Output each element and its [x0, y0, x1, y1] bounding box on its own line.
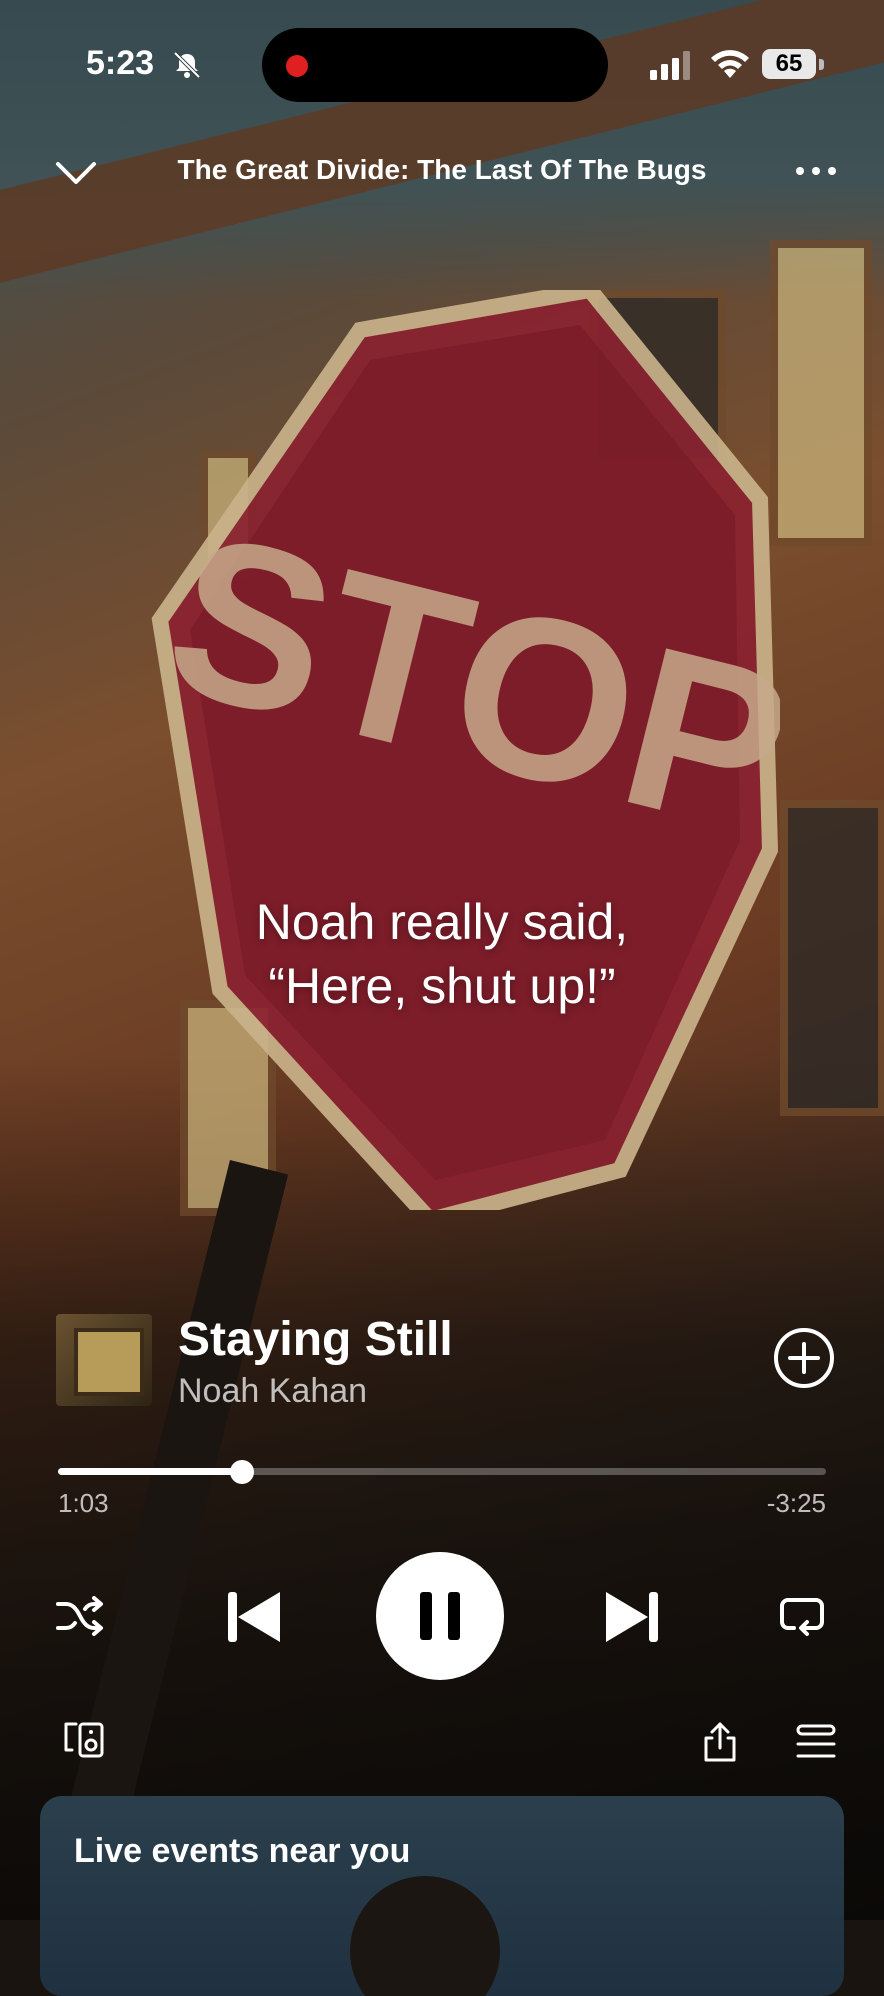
more-icon[interactable] [792, 156, 840, 186]
previous-icon[interactable] [224, 1590, 282, 1644]
pause-button[interactable] [376, 1552, 504, 1680]
queue-icon[interactable] [794, 1724, 838, 1760]
caption-line-2: “Here, shut up!” [268, 958, 616, 1014]
live-events-card[interactable]: Live events near you [40, 1796, 844, 1996]
building-window [770, 240, 872, 546]
player-header: The Great Divide: The Last Of The Bugs [0, 140, 884, 210]
bottom-actions [0, 1720, 884, 1770]
status-bar: 5:23 65 [0, 0, 884, 130]
devices-icon[interactable] [62, 1720, 106, 1760]
share-icon[interactable] [700, 1720, 740, 1764]
battery-nub [819, 59, 824, 70]
battery-level: 65 [762, 49, 816, 79]
dynamic-island [262, 28, 608, 102]
progress-fill [58, 1468, 243, 1475]
signal-icon [650, 51, 690, 80]
track-title[interactable]: Staying Still [178, 1312, 453, 1367]
remaining-time: -3:25 [766, 1488, 826, 1518]
stop-sign: STOP [140, 281, 812, 1229]
progress-bar[interactable] [58, 1460, 826, 1500]
elapsed-time: 1:03 [58, 1488, 109, 1518]
stop-sign-shape: STOP [146, 281, 812, 1229]
video-caption: Noah really said, “Here, shut up!” [0, 890, 884, 1018]
pause-icon [420, 1592, 460, 1640]
wifi-icon [711, 50, 749, 78]
shuffle-icon[interactable] [56, 1594, 104, 1638]
bell-off-icon [173, 51, 201, 79]
album-thumbnail[interactable] [56, 1314, 152, 1406]
battery-icon: 65 [762, 49, 824, 81]
chevron-down-icon[interactable] [52, 154, 100, 190]
live-events-title: Live events near you [74, 1832, 411, 1870]
recording-indicator [286, 55, 308, 77]
artist-photo [350, 1876, 500, 1996]
playlist-title: The Great Divide: The Last Of The Bugs [177, 154, 707, 185]
add-circle-icon[interactable] [772, 1326, 836, 1390]
next-icon[interactable] [604, 1590, 662, 1644]
caption-line-1: Noah really said, [255, 894, 629, 950]
track-artist[interactable]: Noah Kahan [178, 1372, 367, 1411]
status-time: 5:23 [86, 44, 155, 82]
playback-controls [0, 1550, 884, 1684]
track-info: Staying Still Noah Kahan [56, 1312, 836, 1411]
album-thumbnail-window [74, 1328, 144, 1396]
repeat-icon[interactable] [778, 1594, 828, 1638]
progress-thumb[interactable] [230, 1460, 255, 1484]
